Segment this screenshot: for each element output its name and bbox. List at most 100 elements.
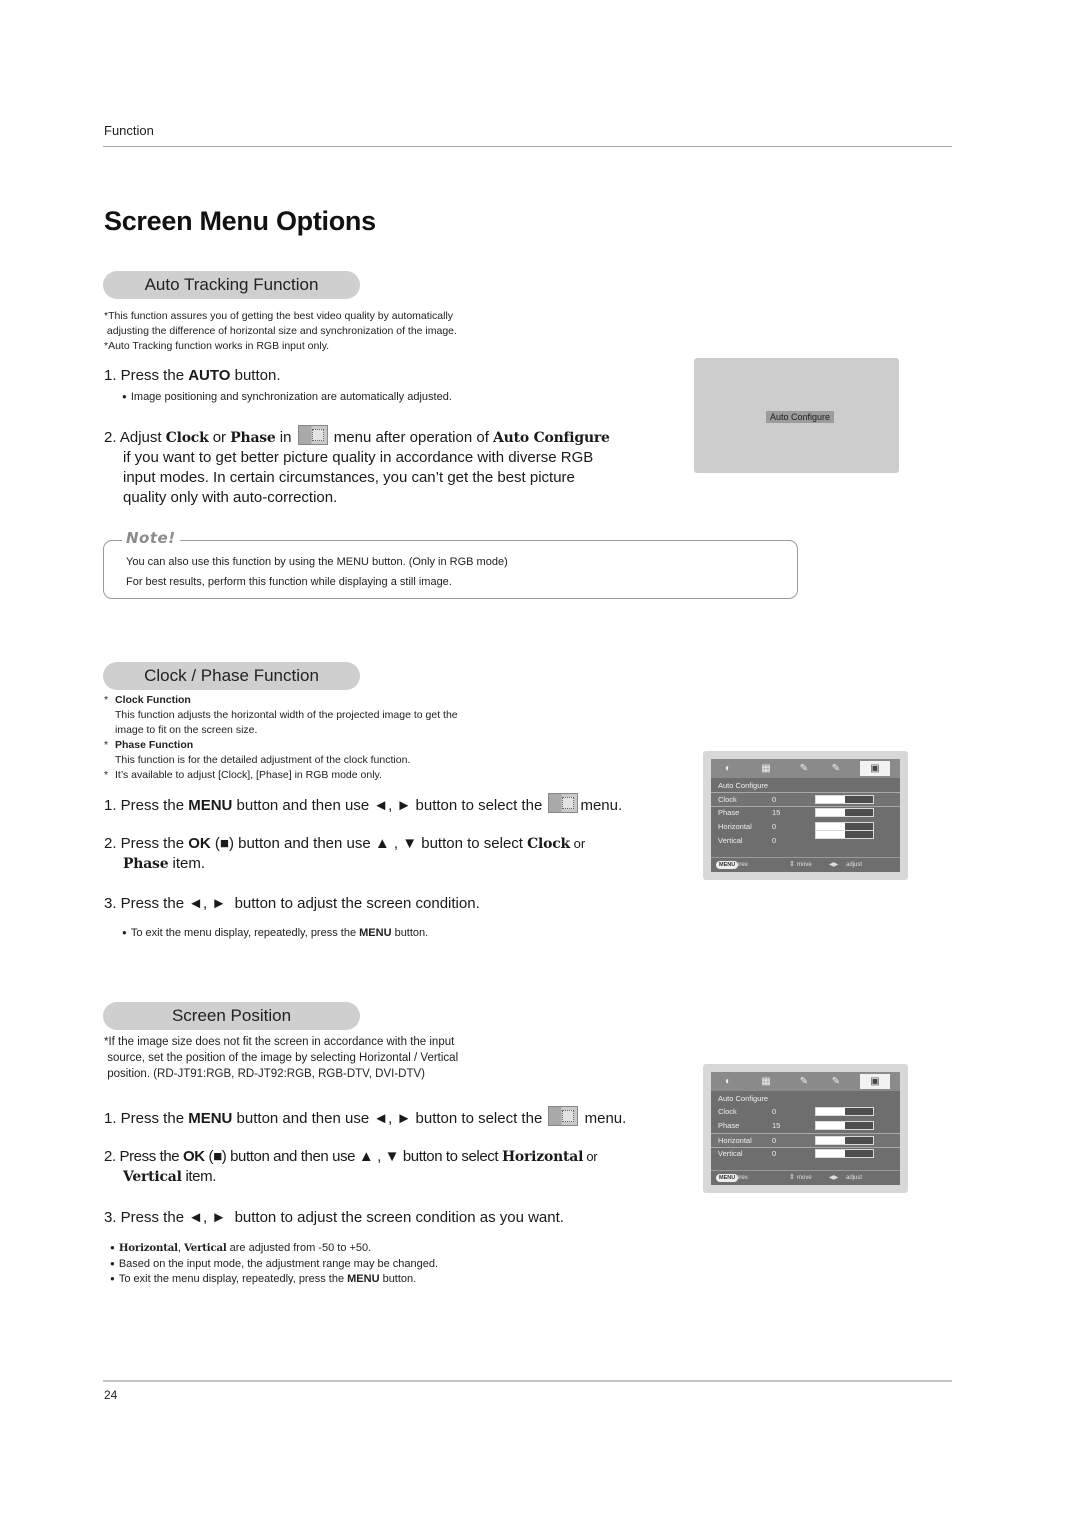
special-icon: ✎ — [831, 763, 841, 774]
text: button and then use ◄, ► button to selec… — [232, 1110, 547, 1127]
audio-icon: ▦ — [761, 763, 771, 774]
text: This function is for the detailed adjust… — [115, 754, 411, 766]
asterisk: * — [104, 769, 109, 781]
menu-button-label: MENU — [359, 927, 392, 939]
row-value: 0 — [772, 822, 777, 831]
text: To exit the menu display, repeatedly, pr… — [118, 1273, 348, 1285]
section-heading-clock-phase: Clock / Phase Function — [103, 662, 360, 690]
osd-menu-horizontal: ◐ ▦ ✎ ✎ ▣ Auto Configure Clock 0 Phase 1… — [703, 1064, 908, 1193]
footer-rule — [103, 1380, 952, 1382]
row-label: Horizontal — [718, 1136, 752, 1145]
position-step-2: 2. Press the OK (■) button and then use … — [104, 1147, 598, 1187]
header-rule — [103, 146, 952, 147]
auto-configure-term: Auto Configure — [493, 430, 610, 446]
text: button. — [230, 367, 281, 384]
up-down-icon: ⇕ — [789, 861, 795, 868]
row-label: Phase — [718, 808, 740, 817]
auto-tracking-intro: *This function assures you of getting th… — [104, 309, 524, 354]
text: menu. — [580, 1110, 627, 1127]
auto-step-2: 2. Adjust Clock or Phase in menu after o… — [104, 425, 674, 508]
text: or — [583, 1149, 598, 1164]
osd-footer-rule — [711, 1170, 900, 1171]
text: item. — [168, 855, 206, 872]
phase-term: Phase — [230, 430, 276, 446]
row-value: 15 — [772, 1121, 781, 1130]
level-bar — [815, 1136, 874, 1145]
osd-menu-clock: ◐ ▦ ✎ ✎ ▣ Auto Configure Clock 0 Phase 1… — [703, 751, 908, 880]
screen-position-intro: *If the image size does not fit the scre… — [104, 1034, 458, 1082]
text: *If the image size does not fit the scre… — [104, 1036, 455, 1048]
section-heading-screen-position: Screen Position — [103, 1002, 360, 1030]
level-bar — [815, 808, 874, 817]
menu-key-icon: MENU — [716, 1174, 739, 1182]
text: 1. Press the — [104, 367, 189, 384]
adjust-hint: adjust — [846, 1175, 863, 1181]
text: This function adjusts the horizontal wid… — [115, 709, 458, 721]
page-number: 24 — [104, 1388, 118, 1402]
text: menu after operation of — [329, 429, 494, 446]
note-line: You can also use this function by using … — [126, 556, 508, 568]
text: in — [275, 429, 296, 446]
intro-line: *This function assures you of getting th… — [104, 310, 454, 322]
osd-row-clock: Clock 0 — [711, 792, 900, 807]
clock-step-3: 3. Press the ◄, ► button to adjust the s… — [104, 895, 480, 912]
auto-button-label: AUTO — [188, 367, 231, 384]
text: menu. — [580, 797, 623, 814]
text: item. — [181, 1168, 216, 1185]
text: It’s available to adjust [Clock], [Phase… — [115, 769, 382, 781]
osd-panel: ◐ ▦ ✎ ✎ ▣ Auto Configure Clock 0 Phase 1… — [711, 759, 900, 872]
audio-icon: ▦ — [761, 1076, 771, 1087]
special-icon: ✎ — [831, 1076, 841, 1087]
osd-row-vertical: Vertical 0 — [711, 1147, 900, 1160]
vertical-term: Vertical — [183, 1242, 227, 1254]
intro-line: *Auto Tracking function works in RGB inp… — [104, 340, 330, 352]
note-line: For best results, perform this function … — [126, 576, 452, 588]
row-label: Clock — [718, 795, 737, 804]
level-bar-fill — [816, 1150, 845, 1157]
row-value: 15 — [772, 808, 781, 817]
menu-button-label: MENU — [188, 797, 233, 814]
osd-row-phase: Phase 15 — [711, 806, 900, 819]
text: button. — [391, 927, 429, 939]
auto-step-1: 1. Press the AUTO button. — [104, 366, 281, 386]
row-value: 0 — [772, 1136, 777, 1145]
osd-title: Auto Configure — [718, 781, 769, 790]
osd-panel: ◐ ▦ ✎ ✎ ▣ Auto Configure Clock 0 Phase 1… — [711, 1072, 900, 1185]
up-down-icon: ⇕ — [789, 1174, 795, 1181]
left-right-icon: ◀▶ — [829, 862, 839, 868]
screen-menu-icon — [297, 425, 328, 445]
text: button. — [379, 1273, 417, 1285]
row-label: Clock — [718, 1107, 737, 1116]
osd-footer: MENU prev. ⇕ move ◀▶ adjust — [711, 1172, 900, 1184]
position-step-1: 1. Press the MENU button and then use ◄,… — [104, 1106, 626, 1129]
level-bar-fill — [816, 831, 845, 838]
asterisk: * — [104, 694, 109, 706]
text: 2. Adjust — [104, 429, 166, 446]
row-value: 0 — [772, 1107, 777, 1116]
adjust-hint: adjust — [846, 862, 863, 868]
level-bar — [815, 1107, 874, 1116]
clock-function-title: Clock Function — [115, 694, 191, 706]
clock-step-2: 2. Press the OK (■) button and then use … — [104, 834, 585, 874]
osd-row-horizontal: Horizontal 0 — [711, 1133, 900, 1148]
text: 1. Press the — [104, 1110, 189, 1127]
text: button and then use ◄, ► button to selec… — [232, 797, 547, 814]
clock-phase-intro: * Clock Function This function adjusts th… — [104, 693, 524, 783]
text: image to fit on the screen size. — [115, 724, 258, 736]
auto-configure-label: Auto Configure — [766, 411, 835, 423]
osd-row-clock: Clock 0 — [711, 1105, 900, 1118]
row-label: Phase — [718, 1121, 740, 1130]
screen-icon: ▣ — [860, 761, 890, 776]
position-step-3: 3. Press the ◄, ► button to adjust the s… — [104, 1209, 564, 1226]
row-label: Vertical — [718, 1149, 743, 1158]
prev-hint: prev. — [736, 1175, 749, 1181]
text: (■) button and then use ▲ , ▼ button to … — [204, 1148, 502, 1165]
picture-icon: ◐ — [724, 1076, 732, 1087]
text: (■) button and then use ▲ , ▼ button to … — [210, 835, 528, 852]
clock-term: Clock — [527, 836, 570, 852]
note-label: Note! — [122, 529, 180, 547]
clock-step-1: 1. Press the MENU button and then use ◄,… — [104, 793, 622, 816]
osd-footer: MENU prev. ⇕ move ◀▶ adjust — [711, 859, 900, 871]
text: are adjusted from -50 to +50. — [226, 1242, 372, 1254]
text: quality only with auto-correction. — [123, 489, 338, 506]
